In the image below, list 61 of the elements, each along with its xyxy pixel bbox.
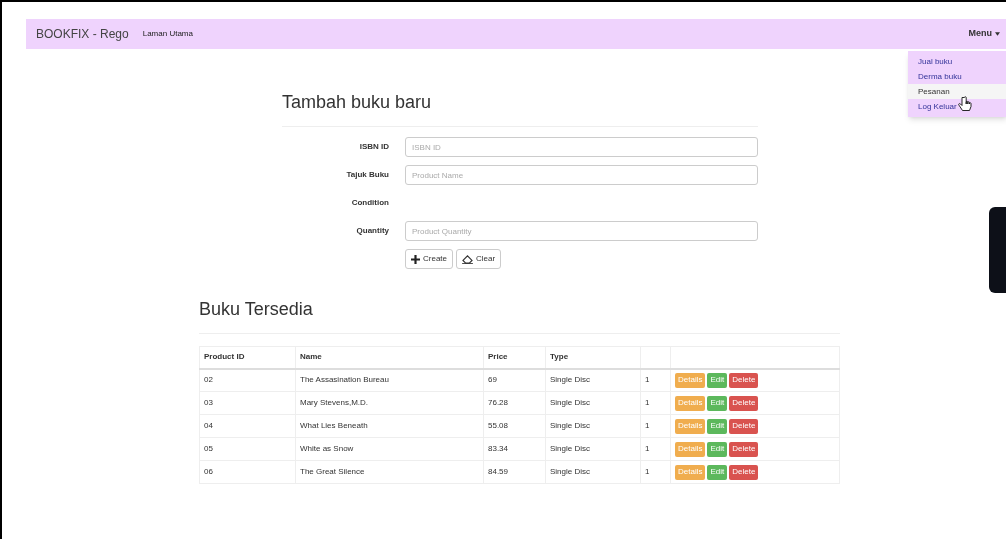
menu-item[interactable]: Derma buku: [908, 69, 1006, 84]
table-cell: What Lies Beneath: [295, 414, 484, 438]
table-cell: 1: [640, 391, 671, 415]
edit-button[interactable]: Edit: [707, 395, 728, 411]
column-header: Name: [295, 346, 484, 369]
table-cell: 03: [199, 391, 296, 415]
input-field[interactable]: Product Quantity: [405, 221, 758, 241]
column-header: Product ID: [199, 346, 296, 369]
table-cell: White as Snow: [295, 437, 484, 461]
table-cell: 1: [640, 414, 671, 438]
clear-button[interactable]: Clear: [456, 249, 502, 269]
hand-cursor-icon: [958, 96, 972, 113]
menu-item[interactable]: Jual buku: [908, 54, 1006, 69]
table-cell: The Great Silence: [295, 460, 484, 484]
delete-button[interactable]: Delete: [729, 372, 759, 388]
table-cell: 84.59: [483, 460, 546, 484]
edit-button[interactable]: Edit: [707, 372, 728, 388]
table-cell: Single Disc: [545, 368, 641, 392]
table-cell: The Assasination Bureau: [295, 368, 484, 392]
table-cell: Single Disc: [545, 460, 641, 484]
field-label: Tajuk Buku: [345, 169, 389, 181]
table-cell: Single Disc: [545, 414, 641, 438]
delete-button[interactable]: Delete: [729, 418, 759, 434]
table-cell: 76.28: [483, 391, 546, 415]
column-header: Type: [545, 346, 641, 369]
field-label: Quantity: [355, 225, 389, 237]
table-cell: Single Disc: [545, 391, 641, 415]
table-title: Buku Tersedia: [199, 296, 840, 334]
table-cell: Single Disc: [545, 437, 641, 461]
table-cell: 1: [640, 437, 671, 461]
edit-button[interactable]: Edit: [707, 441, 728, 457]
nav-link[interactable]: Laman Utama: [142, 28, 193, 40]
plus-icon: [411, 254, 420, 264]
table-cell: 04: [199, 414, 296, 438]
create-button[interactable]: Create: [405, 249, 453, 269]
edit-button[interactable]: Edit: [707, 418, 728, 434]
edit-button[interactable]: Edit: [707, 464, 728, 480]
table-cell: Mary Stevens,M.D.: [295, 391, 484, 415]
caret-icon: [995, 32, 1000, 36]
field-label: Condition: [350, 197, 389, 209]
delete-button[interactable]: Delete: [729, 464, 759, 480]
menu-item[interactable]: Log Keluar: [908, 99, 1006, 114]
input-field[interactable]: Product Name: [405, 165, 758, 185]
table-cell: 1: [640, 460, 671, 484]
table-cell: 69: [483, 368, 546, 392]
delete-button[interactable]: Delete: [729, 395, 759, 411]
delete-button[interactable]: Delete: [729, 441, 759, 457]
table-cell: 1: [640, 368, 671, 392]
table-cell: 55.08: [483, 414, 546, 438]
eraser-icon: [462, 254, 473, 264]
field-label: ISBN ID: [358, 141, 389, 153]
brand-title[interactable]: BOOKFIX - Rego: [36, 25, 129, 43]
table-cell: 83.34: [483, 437, 546, 461]
menu-item[interactable]: Pesanan: [908, 84, 1006, 99]
table-cell: 02: [199, 368, 296, 392]
table-cell: 06: [199, 460, 296, 484]
menu-dropdown-button[interactable]: Menu: [968, 27, 1000, 41]
column-header: Price: [483, 346, 546, 369]
input-field[interactable]: ISBN ID: [405, 137, 758, 157]
form-title: Tambah buku baru: [282, 89, 758, 127]
table-cell: 05: [199, 437, 296, 461]
